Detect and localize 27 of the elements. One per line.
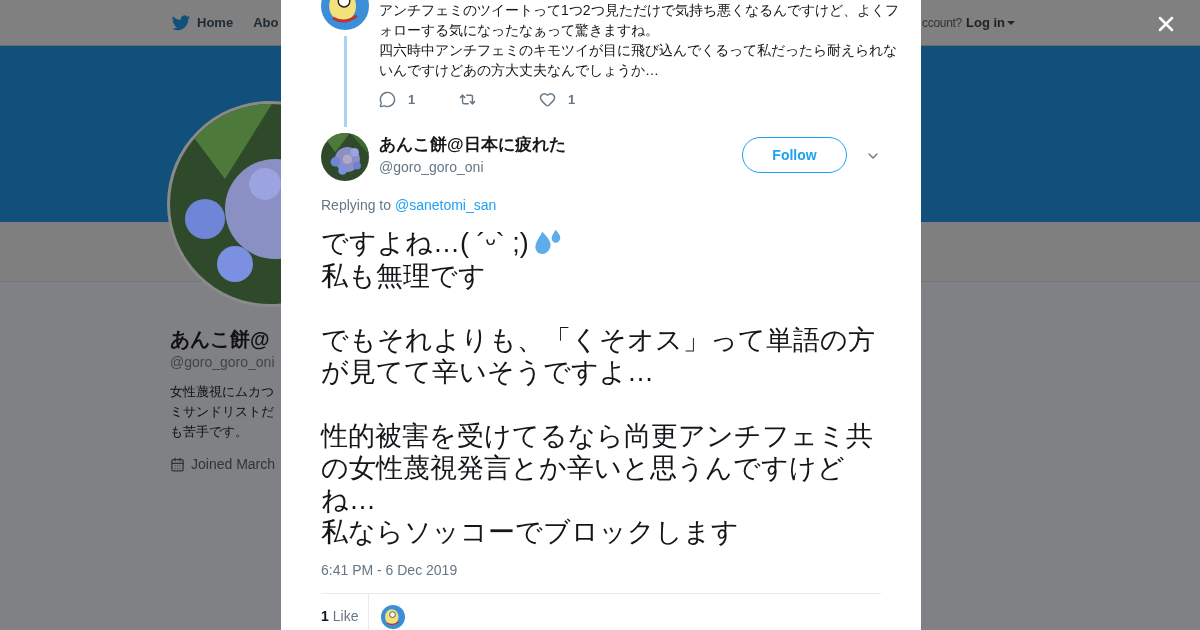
profile-handle: @goro_goro_oni — [170, 353, 275, 372]
calendar-icon — [170, 457, 185, 472]
tweet-text-line: 性的被害を受けてるなら尚更アンチフェミ共の女性蔑視発言とか辛いと思うんですけどね… — [321, 420, 874, 516]
likes-count: 1 Like — [321, 594, 370, 630]
reply-count: 1 — [408, 91, 416, 109]
profile-name: あんこ餅@ — [170, 327, 270, 352]
tweet-text-line: 私も無理です — [321, 260, 486, 292]
like-icon[interactable] — [539, 91, 556, 109]
tweet-text-line: 私ならソッコーでブロックします — [321, 516, 739, 548]
tweet-text: アンチフェミのツイートって1つ2つ見ただけで気持ち悪くなるんですけど、よくフォローする気になったなぁって驚きますね。 四六時中アンチフェミのキモツイが目に飛び込んでくるって私だったら耐えられないんですけどあの方大丈夫なんでしょうか… — [379, 1, 899, 80]
tweet-timestamp: 6:41 PM - 6 Dec 2019 — [321, 561, 459, 580]
mention-link[interactable]: @sanetomi_san — [394, 197, 497, 213]
nav-link[interactable]: Home — [171, 12, 234, 33]
login-link[interactable]: Log in — [966, 12, 1015, 33]
bird-icon — [171, 12, 191, 33]
like-count: 1 — [568, 91, 576, 109]
account-prompt: ccount? — [922, 14, 962, 32]
tweet-text-line: でもそれよりも、「くそオス」って単語の方が見てて辛いそうですよ… — [321, 324, 876, 388]
author-name: あんこ餅@日本に疲れた — [379, 134, 566, 156]
joined-date: Joined March — [191, 455, 276, 474]
nav-link[interactable]: Abo — [253, 12, 279, 33]
reply-icon[interactable] — [379, 91, 396, 109]
replying-to-text: Replying to @sanetomi_san — [321, 196, 498, 215]
author-handle: @goro_goro_oni — [379, 158, 485, 177]
caret-icon — [1007, 20, 1015, 25]
profile-bio: 女性蔑視にムカつ ミサンドリストだ も苦手です。 — [170, 383, 274, 441]
tweet-text-line: ですよね…( ´ᵕ` ;) — [321, 227, 529, 259]
